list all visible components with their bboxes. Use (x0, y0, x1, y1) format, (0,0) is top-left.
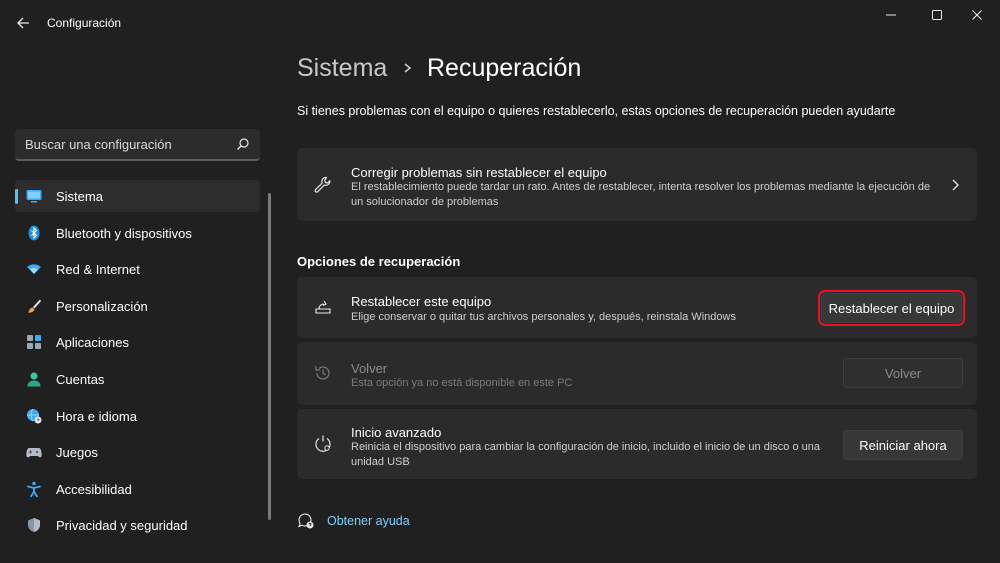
monitor-icon (26, 190, 42, 203)
page-title: Recuperación (427, 54, 582, 82)
reset-pc-button[interactable]: Restablecer el equipo (818, 290, 965, 326)
goback-title: Volver (351, 361, 388, 376)
restart-now-button[interactable]: Reiniciar ahora (843, 430, 963, 460)
minimize-button[interactable] (868, 0, 914, 30)
sidebar-item-hora[interactable]: Hora e idioma (15, 400, 260, 432)
sidebar-item-label: Juegos (56, 445, 98, 461)
back-button[interactable] (10, 10, 36, 36)
sidebar-item-bluetooth[interactable]: Bluetooth y dispositivos (15, 217, 260, 249)
shield-icon (28, 518, 40, 533)
person-icon (27, 372, 41, 387)
arrow-left-icon (17, 17, 29, 29)
title-bar: Configuración (0, 0, 1000, 44)
goback-card: Volver Esta opción ya no está disponible… (297, 342, 977, 405)
get-help-label[interactable]: Obtener ayuda (327, 514, 410, 528)
close-icon (972, 10, 982, 20)
bluetooth-icon (28, 225, 40, 241)
globe-clock-icon (27, 408, 42, 424)
goback-subtitle: Esta opción ya no está disponible en est… (351, 377, 573, 389)
page-description: Si tienes problemas con el equipo o quie… (297, 104, 896, 118)
chevron-right-icon (952, 179, 959, 191)
reset-title: Restablecer este equipo (351, 294, 492, 309)
wifi-icon (27, 264, 41, 275)
search-icon[interactable] (236, 137, 250, 151)
breadcrumb-parent[interactable]: Sistema (297, 54, 387, 83)
sidebar-item-personalizacion[interactable]: Personalización (15, 290, 260, 322)
search-input[interactable] (25, 129, 225, 159)
goback-button[interactable]: Volver (843, 358, 963, 388)
accessibility-icon (27, 481, 41, 497)
app-title: Configuración (47, 16, 122, 30)
maximize-icon (932, 10, 942, 20)
advanced-startup-icon (315, 435, 331, 452)
sidebar-item-label: Red & Internet (56, 262, 140, 278)
sidebar-item-red[interactable]: Red & Internet (15, 253, 260, 285)
help-chat-icon (298, 513, 314, 529)
sidebar-item-label: Hora e idioma (56, 408, 137, 424)
history-icon (315, 366, 330, 380)
sidebar-item-sistema[interactable]: Sistema (15, 180, 260, 212)
reset-card: Restablecer este equipo Elige conservar … (297, 277, 977, 338)
sidebar-item-aplicaciones[interactable]: Aplicaciones (15, 326, 260, 358)
sidebar-item-juegos[interactable]: Juegos (15, 436, 260, 468)
gamepad-icon (26, 448, 42, 458)
sidebar-item-accesibilidad[interactable]: Accesibilidad (15, 473, 260, 505)
advanced-startup-card: Inicio avanzado Reinicia el dispositivo … (297, 409, 977, 479)
sidebar-item-label: Privacidad y seguridad (56, 518, 188, 534)
sidebar-scrollbar[interactable] (268, 193, 271, 520)
advanced-startup-subtitle: Reinicia el dispositivo para cambiar la … (351, 441, 820, 468)
sidebar-item-label: Personalización (56, 298, 148, 314)
sidebar-nav: Sistema Bluetooth y dispositivos Red & I… (15, 180, 260, 546)
troubleshoot-subtitle: El restablecimiento puede tardar un rato… (351, 181, 931, 208)
sidebar-item-label: Bluetooth y dispositivos (56, 225, 192, 241)
apps-icon (27, 335, 41, 350)
advanced-startup-title: Inicio avanzado (351, 425, 442, 440)
reset-subtitle: Elige conservar o quitar tus archivos pe… (351, 311, 736, 323)
sidebar-item-label: Cuentas (56, 371, 105, 387)
section-title: Opciones de recuperación (297, 254, 461, 269)
sidebar-item-label: Sistema (56, 189, 103, 204)
sidebar-item-label: Accesibilidad (56, 481, 132, 497)
sidebar-item-privacidad[interactable]: Privacidad y seguridad (15, 509, 260, 541)
brush-icon (28, 299, 41, 313)
reset-pc-icon (315, 300, 331, 314)
troubleshoot-title: Corregir problemas sin restablecer el eq… (351, 165, 607, 180)
troubleshoot-card[interactable]: Corregir problemas sin restablecer el eq… (297, 148, 977, 221)
wrench-icon (314, 176, 331, 193)
minimize-icon (886, 14, 896, 16)
close-button[interactable] (954, 0, 1000, 30)
search-box[interactable] (15, 129, 260, 161)
sidebar-item-cuentas[interactable]: Cuentas (15, 363, 260, 395)
sidebar-item-label: Aplicaciones (56, 335, 129, 351)
chevron-right-icon (404, 63, 412, 73)
